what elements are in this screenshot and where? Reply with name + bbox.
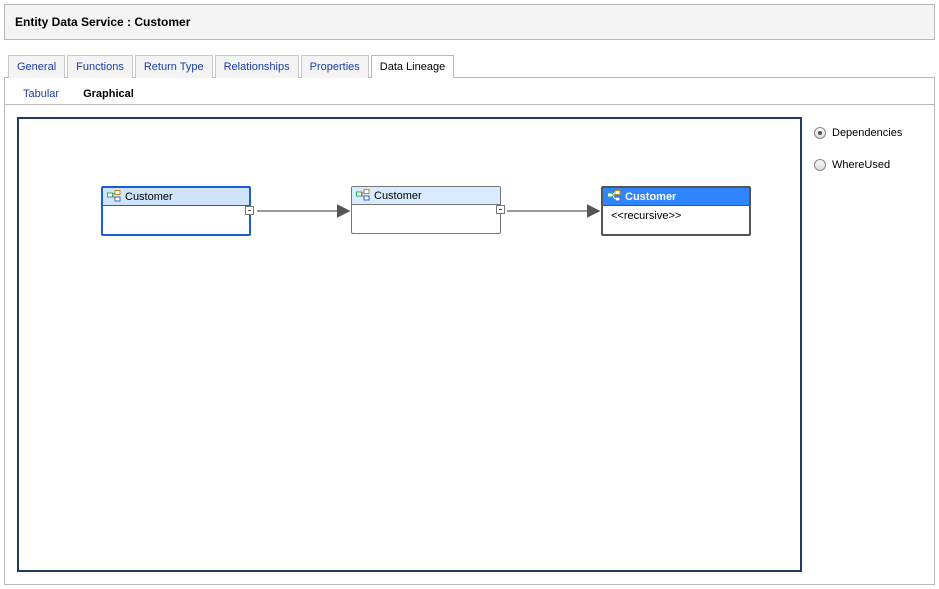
radio-whereused[interactable]: WhereUsed bbox=[814, 159, 918, 171]
node-label: Customer bbox=[374, 190, 422, 202]
radio-icon bbox=[814, 159, 826, 171]
radio-icon bbox=[814, 127, 826, 139]
lineage-diagram[interactable]: Customer Customer bbox=[17, 117, 802, 572]
secondary-tab-bar: Tabular Graphical bbox=[4, 78, 935, 105]
subtab-graphical[interactable]: Graphical bbox=[75, 84, 142, 104]
tab-return-type[interactable]: Return Type bbox=[135, 55, 213, 78]
node-body bbox=[103, 206, 249, 234]
entity-icon bbox=[356, 189, 370, 203]
node-header: Customer bbox=[103, 188, 249, 206]
node-body bbox=[352, 205, 500, 233]
lineage-container: Customer Customer bbox=[4, 105, 935, 585]
tab-general[interactable]: General bbox=[8, 55, 65, 78]
expand-handle-icon[interactable] bbox=[496, 205, 505, 214]
node-body: <<recursive>> bbox=[603, 206, 749, 234]
tab-relationships[interactable]: Relationships bbox=[215, 55, 299, 78]
radio-label: Dependencies bbox=[832, 127, 902, 139]
tab-data-lineage[interactable]: Data Lineage bbox=[371, 55, 454, 78]
node-label: Customer bbox=[125, 191, 173, 203]
tab-functions[interactable]: Functions bbox=[67, 55, 133, 78]
expand-handle-icon[interactable] bbox=[245, 206, 254, 215]
entity-icon bbox=[107, 190, 121, 204]
lineage-node-intermediate[interactable]: Customer bbox=[351, 186, 501, 234]
node-header: Customer bbox=[603, 188, 749, 206]
lineage-node-source[interactable]: Customer bbox=[101, 186, 251, 236]
page-title-panel: Entity Data Service : Customer bbox=[4, 4, 935, 40]
node-label: Customer bbox=[625, 191, 676, 203]
lineage-node-target[interactable]: Customer <<recursive>> bbox=[601, 186, 751, 236]
primary-tab-bar: General Functions Return Type Relationsh… bbox=[4, 54, 935, 78]
radio-label: WhereUsed bbox=[832, 159, 890, 171]
entity-icon bbox=[607, 190, 621, 204]
subtab-tabular[interactable]: Tabular bbox=[15, 84, 67, 104]
node-header: Customer bbox=[352, 187, 500, 205]
tab-properties[interactable]: Properties bbox=[301, 55, 369, 78]
radio-dependencies[interactable]: Dependencies bbox=[814, 127, 918, 139]
view-options-panel: Dependencies WhereUsed bbox=[802, 117, 922, 572]
page-title: Entity Data Service : Customer bbox=[15, 15, 190, 29]
